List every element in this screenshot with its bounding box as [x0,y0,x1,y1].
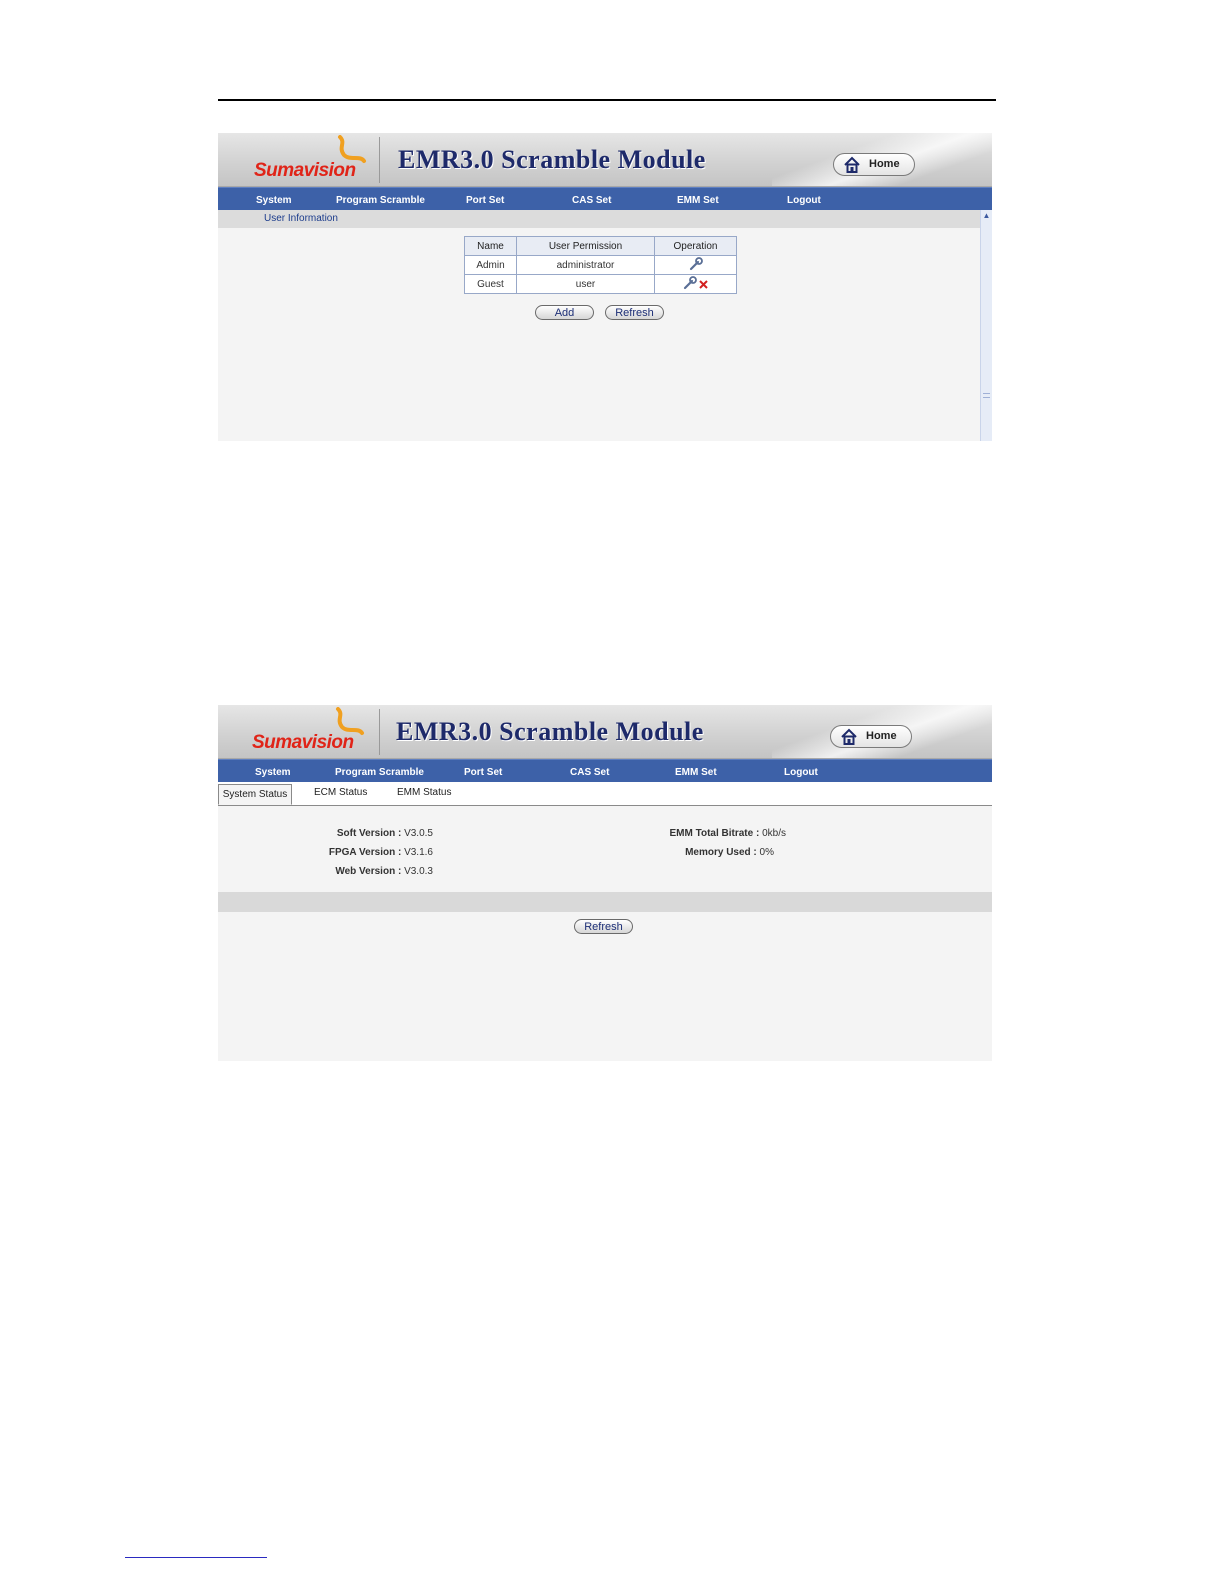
home-label: Home [869,158,900,170]
scroll-up-icon[interactable]: ▲ [982,211,991,221]
sumavision-logo: Sumavision [218,133,378,186]
table-header-row: Name User Permission Operation [464,236,737,256]
delete-icon[interactable] [699,280,708,289]
edit-icon[interactable] [683,275,697,290]
nav-cas-set[interactable]: CAS Set [570,767,609,778]
section-title: User Information [264,213,338,224]
cell-operation [654,255,737,275]
nav-logout[interactable]: Logout [787,195,821,206]
home-button[interactable]: Home [830,725,912,748]
screenshot-system-status: Sumavision EMR3.0 Scramble Module Home S… [218,705,992,1061]
tab-ecm-status[interactable]: ECM Status [314,787,367,798]
user-table: Name User Permission Operation Admin adm… [464,236,737,294]
nav-port-set[interactable]: Port Set [464,767,502,778]
nav-program-scramble[interactable]: Program Scramble [335,767,424,778]
refresh-button[interactable]: Refresh [605,305,664,320]
home-icon [844,156,860,173]
logo-text: Sumavision [252,732,354,753]
emm-bitrate-row: EMM Total Bitrate : 0kb/s [669,828,786,839]
emm-bitrate-value: 0kb/s [762,828,786,839]
cell-name: Admin [464,255,517,275]
nav-program-scramble[interactable]: Program Scramble [336,195,425,206]
main-nav: System Program Scramble Port Set CAS Set… [218,759,992,784]
add-button[interactable]: Add [535,305,594,320]
refresh-button[interactable]: Refresh [574,919,633,934]
soft-version-value: V3.0.5 [404,828,433,839]
cell-name: Guest [464,274,517,294]
nav-emm-set[interactable]: EMM Set [675,767,717,778]
nav-port-set[interactable]: Port Set [466,195,504,206]
cell-operation [654,274,737,294]
table-row: Guest user [464,274,737,294]
logo-separator [379,137,380,183]
nav-logout[interactable]: Logout [784,767,818,778]
emm-bitrate-label: EMM Total Bitrate : [669,828,760,839]
nav-system[interactable]: System [256,195,292,206]
soft-version-label: Soft Version : [336,828,402,839]
memory-used-label: Memory Used : [685,847,757,858]
app-title: EMR3.0 Scramble Module [396,717,704,746]
section-bar: User Information [218,210,980,228]
memory-used-row: Memory Used : 0% [685,847,774,858]
column-header-permission: User Permission [516,236,655,256]
status-tabs: System Status ECM Status EMM Status [218,782,992,806]
column-header-operation: Operation [654,236,737,256]
screenshot-user-information: Sumavision EMR3.0 Scramble Module Home S… [218,133,992,441]
divider-bar [218,892,992,912]
main-nav: System Program Scramble Port Set CAS Set… [218,187,992,212]
page-top-rule [218,99,996,101]
cell-permission: administrator [516,255,655,275]
fpga-version-row: FPGA Version : V3.1.6 [329,847,433,858]
logo-separator [379,709,380,755]
logo-text: Sumavision [254,160,356,181]
nav-emm-set[interactable]: EMM Set [677,195,719,206]
scroll-grip[interactable] [983,393,990,398]
app-header: Sumavision EMR3.0 Scramble Module Home [218,133,992,187]
app-title: EMR3.0 Scramble Module [398,145,706,174]
web-version-value: V3.0.3 [404,866,433,877]
nav-cas-set[interactable]: CAS Set [572,195,611,206]
tab-system-status[interactable]: System Status [218,784,292,805]
fpga-version-value: V3.1.6 [404,847,433,858]
footnote-rule [125,1557,267,1558]
memory-used-value: 0% [759,847,774,858]
sumavision-logo: Sumavision [218,705,378,758]
fpga-version-label: FPGA Version : [328,847,402,858]
column-header-name: Name [464,236,517,256]
home-icon [841,728,857,745]
nav-system[interactable]: System [255,767,291,778]
vertical-scrollbar[interactable]: ▲ [980,210,992,441]
table-row: Admin administrator [464,255,737,275]
edit-icon[interactable] [689,256,703,271]
app-header: Sumavision EMR3.0 Scramble Module Home [218,705,992,759]
home-button[interactable]: Home [833,153,915,176]
web-version-label: Web Version : [335,866,402,877]
soft-version-row: Soft Version : V3.0.5 [337,828,433,839]
tab-emm-status[interactable]: EMM Status [397,787,451,798]
home-label: Home [866,730,897,742]
cell-permission: user [516,274,655,294]
web-version-row: Web Version : V3.0.3 [335,866,433,877]
